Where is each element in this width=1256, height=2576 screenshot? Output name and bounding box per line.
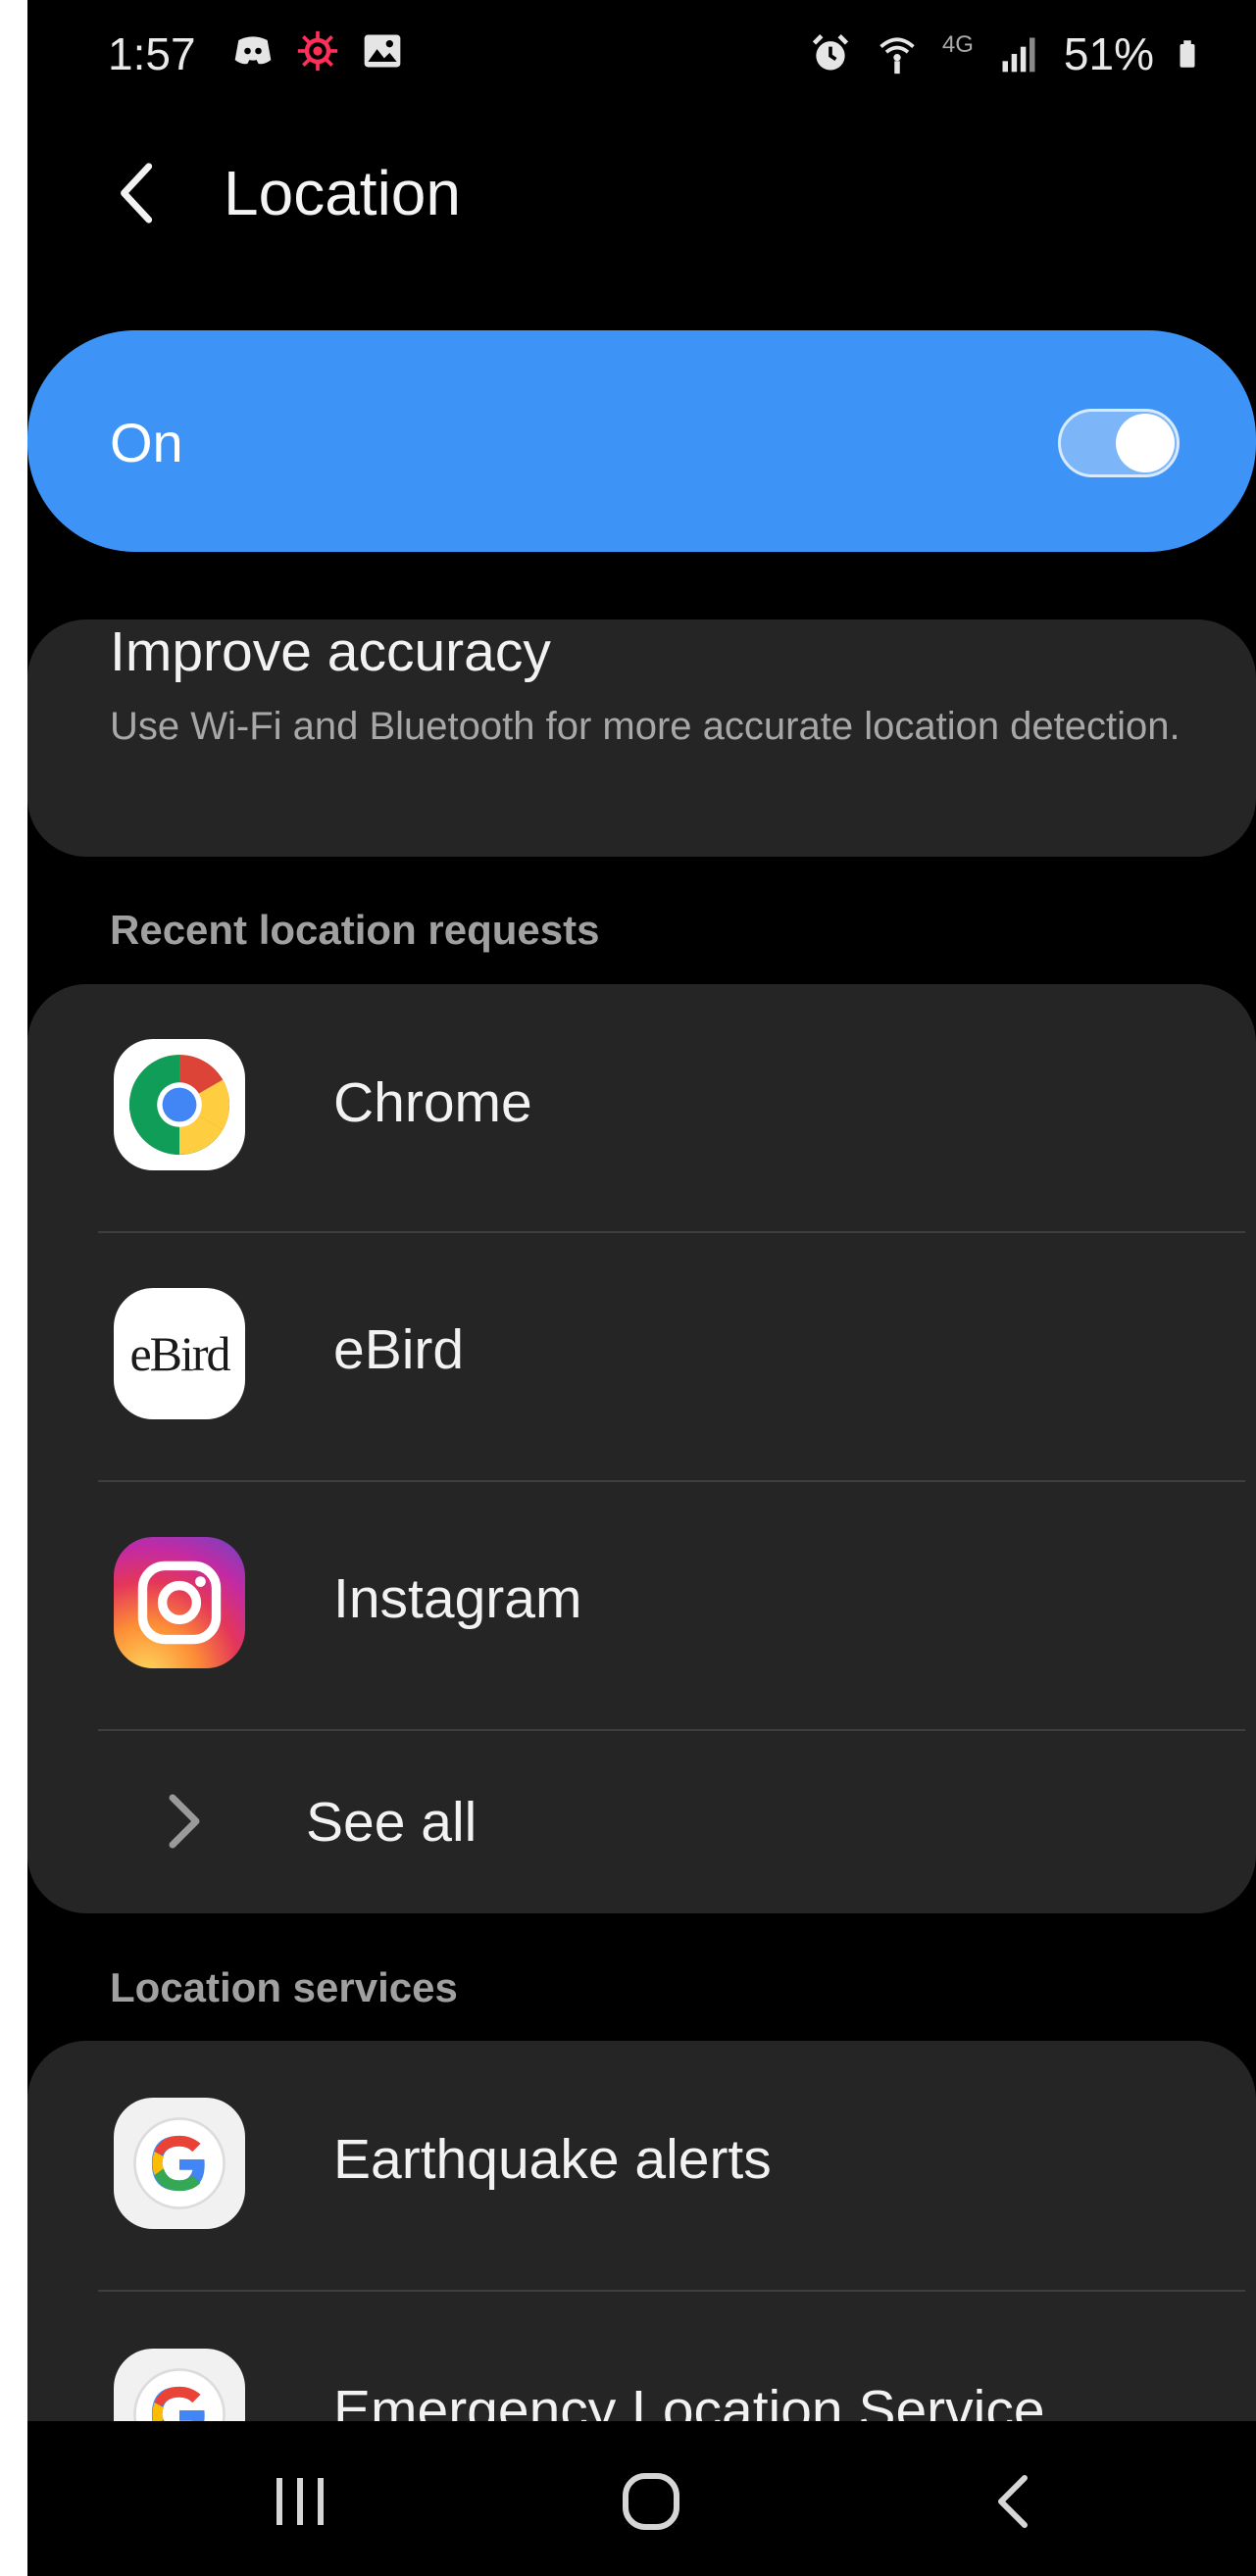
phone-screen: 1:57 4G 51% Location On Improve accuracy… (27, 0, 1256, 2576)
app-row-ebird[interactable]: eBird eBird (27, 1233, 1256, 1482)
status-time: 1:57 (108, 28, 196, 79)
navigation-bar (27, 2421, 1256, 2576)
instagram-icon (114, 1537, 245, 1668)
chevron-right-icon (169, 1794, 200, 1849)
status-right-icons: 4G 51% (809, 27, 1207, 80)
see-all-row[interactable]: See all (27, 1731, 1256, 1913)
improve-accuracy-title: Improve accuracy (110, 620, 551, 683)
ebird-icon: eBird (114, 1288, 245, 1419)
see-all-label: See all (306, 1791, 477, 1854)
battery-percent: 51% (1063, 28, 1154, 79)
app-row-instagram[interactable]: Instagram (27, 1482, 1256, 1731)
battery-icon (1180, 40, 1195, 68)
recent-requests-card: Chrome eBird eBird Instagram See all (27, 984, 1256, 1913)
status-bar: 1:57 4G 51% (27, 0, 1256, 106)
home-icon[interactable] (620, 2470, 682, 2533)
back-arrow-icon[interactable] (110, 159, 169, 227)
virus-icon (297, 30, 338, 72)
image-icon (364, 34, 401, 68)
page-title: Location (224, 158, 461, 228)
signal-icon (1002, 37, 1035, 73)
location-master-switch[interactable]: On (27, 330, 1256, 552)
location-toggle[interactable] (1058, 409, 1180, 477)
master-switch-label: On (110, 412, 183, 473)
discord-icon (234, 36, 272, 65)
app-name: Instagram (333, 1567, 582, 1630)
location-services-header: Location services (110, 1964, 458, 2010)
wifi-calling-icon (879, 37, 915, 74)
back-icon[interactable] (988, 2470, 1037, 2533)
lte-icon: 4G (941, 31, 974, 58)
service-name: Earthquake alerts (333, 2128, 772, 2191)
chrome-icon (114, 1039, 245, 1170)
toggle-knob (1116, 414, 1175, 472)
app-name: eBird (333, 1318, 465, 1381)
app-header: Location (27, 147, 1256, 245)
status-left-icons (231, 29, 404, 73)
app-row-chrome[interactable]: Chrome (27, 984, 1256, 1233)
recent-apps-icon[interactable] (271, 2474, 329, 2529)
service-row-earthquake[interactable]: Earthquake alerts (27, 2041, 1256, 2290)
alarm-icon (812, 34, 849, 71)
app-name: Chrome (333, 1071, 532, 1134)
improve-accuracy-description: Use Wi-Fi and Bluetooth for more accurat… (110, 705, 1181, 748)
recent-requests-header: Recent location requests (110, 907, 600, 953)
improve-accuracy-card[interactable]: Improve accuracy Use Wi-Fi and Bluetooth… (27, 619, 1256, 857)
ebird-logo-text: eBird (129, 1326, 230, 1381)
google-icon (114, 2098, 245, 2229)
